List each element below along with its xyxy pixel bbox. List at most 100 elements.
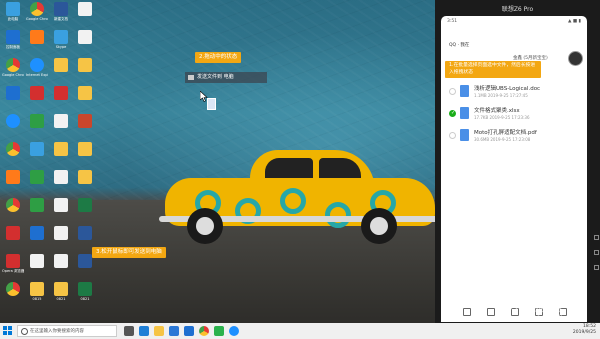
phone-window-title: 联想Z6 Pro	[501, 6, 534, 13]
desktop-icon[interactable]	[2, 86, 24, 113]
desktop-icon[interactable]: 0821	[74, 282, 96, 309]
desktop-icon[interactable]	[26, 86, 48, 113]
qq-music-icon[interactable]	[214, 326, 224, 336]
app-icon	[78, 226, 92, 240]
desktop-icon[interactable]	[2, 198, 24, 225]
desktop-icon[interactable]	[50, 114, 72, 141]
task-view-icon[interactable]	[124, 326, 134, 336]
image-icon[interactable]	[463, 308, 471, 316]
desktop-icon[interactable]: Google Chrome	[2, 58, 24, 85]
status-icons: ▲ ■ ▮	[567, 19, 581, 24]
phone-mirror-window[interactable]: 联想Z6 Pro 3:51 ▲ ■ ▮ QQ · 我在 金鑫 (5月新宝宝) 1…	[435, 0, 600, 323]
taskbar-search-input[interactable]: 在这里输入你要搜索的内容	[17, 325, 117, 337]
desktop-icon[interactable]: 新建文档	[50, 2, 72, 29]
desktop-icon[interactable]	[26, 30, 48, 57]
desktop-icon[interactable]: 控制面板	[2, 30, 24, 57]
app-icon	[54, 226, 68, 240]
desktop-icon[interactable]	[26, 226, 48, 253]
desktop-icon[interactable]	[50, 58, 72, 85]
desktop-icon[interactable]	[74, 86, 96, 113]
desktop-icon[interactable]	[26, 170, 48, 197]
desktop-icon[interactable]	[50, 142, 72, 169]
app-icon	[54, 282, 68, 296]
system-clock[interactable]: 18:52 2019/9/25	[573, 324, 596, 336]
app-icon	[6, 198, 20, 212]
desktop-icon[interactable]	[50, 254, 72, 281]
desktop-icon[interactable]	[74, 170, 96, 197]
desktop-icon-label: Internet Explorer	[26, 73, 48, 77]
desktop-icon[interactable]	[74, 30, 96, 57]
windows-start-icon[interactable]	[3, 326, 13, 336]
app-icon	[78, 142, 92, 156]
desktop-icon[interactable]: 0821	[50, 282, 72, 309]
desktop-icon[interactable]	[26, 198, 48, 225]
app-icon	[30, 114, 44, 128]
taskbar: 在这里输入你要搜索的内容 18:52 2019/9/25	[0, 323, 600, 339]
desktop-icon[interactable]	[2, 170, 24, 197]
desktop-icon-label: 0815	[32, 297, 42, 301]
app-icon	[30, 86, 44, 100]
camera-icon[interactable]	[487, 308, 495, 316]
phone-screen[interactable]: 3:51 ▲ ■ ▮ QQ · 我在 金鑫 (5月新宝宝) 1.在批量选择页面选…	[441, 16, 587, 322]
desktop-icon[interactable]	[74, 2, 96, 29]
desktop-icon[interactable]	[2, 226, 24, 253]
app-icon	[78, 254, 92, 268]
desktop-icon[interactable]	[74, 254, 96, 281]
desktop-icon[interactable]	[74, 114, 96, 141]
app-icon	[78, 114, 92, 128]
select-checkbox[interactable]	[449, 110, 456, 117]
clock-date: 2019/9/25	[572, 330, 596, 335]
app-icon	[6, 142, 20, 156]
desktop-icon[interactable]: Google Chrome	[26, 2, 48, 29]
desktop-icon[interactable]	[2, 282, 24, 309]
app-icon	[54, 142, 68, 156]
file-list-item[interactable]: 浅析逻辑UBS-Logical.doc 1.1MB 2019-9-25 17:27…	[447, 82, 577, 104]
store-icon[interactable]	[169, 326, 179, 336]
desktop-icon[interactable]	[26, 254, 48, 281]
file-name: 浅析逻辑UBS-Logical.doc	[474, 86, 541, 92]
app-icon	[6, 2, 20, 16]
app-icon	[30, 30, 44, 44]
mail-icon[interactable]	[184, 326, 194, 336]
status-time: 3:51	[447, 19, 458, 24]
file-explorer-icon[interactable]	[154, 326, 164, 336]
app-icon	[6, 282, 20, 296]
home-icon[interactable]	[594, 250, 599, 255]
desktop-icon[interactable]	[50, 86, 72, 113]
desktop-icon[interactable]	[50, 226, 72, 253]
qq-icon[interactable]	[229, 326, 239, 336]
desktop-icon[interactable]: 0815	[26, 282, 48, 309]
app-icon	[6, 254, 20, 268]
app-icon	[6, 58, 20, 72]
select-checkbox[interactable]	[449, 88, 456, 95]
drag-file-chip: 发送文件到 电脑	[185, 72, 267, 83]
desktop-icon[interactable]	[74, 142, 96, 169]
desktop-icon[interactable]: Opera 浏览器	[2, 254, 24, 281]
desktop-icon-label: 0821	[80, 297, 90, 301]
desktop-icon[interactable]	[2, 142, 24, 169]
edge-icon[interactable]	[139, 326, 149, 336]
back-icon[interactable]	[594, 235, 599, 240]
desktop: 此电脑 Google Chrome 新建文档控制面板 Skype Google Chro…	[0, 0, 600, 323]
desktop-icon-label: Google Chrome	[26, 17, 48, 21]
chrome-icon[interactable]	[199, 326, 209, 336]
desktop-icon[interactable]	[74, 58, 96, 85]
desktop-icon[interactable]	[74, 198, 96, 225]
desktop-icon[interactable]: 此电脑	[2, 2, 24, 29]
desktop-icon[interactable]: Internet Explorer	[26, 58, 48, 85]
desktop-icon[interactable]	[50, 170, 72, 197]
desktop-icon[interactable]	[26, 114, 48, 141]
qq-header[interactable]: QQ · 我在	[449, 42, 469, 48]
recent-apps-icon[interactable]	[594, 265, 599, 270]
file-list-item[interactable]: 文件格式聚类.xlsx17.7KB 2019-9-25 17:23:36	[447, 104, 577, 126]
desktop-icon-label: 控制面板	[6, 45, 20, 49]
desktop-icon[interactable]	[50, 198, 72, 225]
avatar[interactable]	[568, 51, 583, 66]
desktop-icon[interactable]: Skype	[50, 30, 72, 57]
desktop-icon[interactable]	[26, 142, 48, 169]
desktop-icon[interactable]	[2, 114, 24, 141]
select-checkbox[interactable]	[449, 132, 456, 139]
file-list-item[interactable]: Moto打孔屏适配文档.pdf 30.6MB 2019-9-25 17:23:08	[447, 126, 577, 148]
desktop-icon-label: Google Chrome	[2, 73, 24, 77]
callout-drag-state: 2.拖动中的状态	[195, 52, 242, 63]
